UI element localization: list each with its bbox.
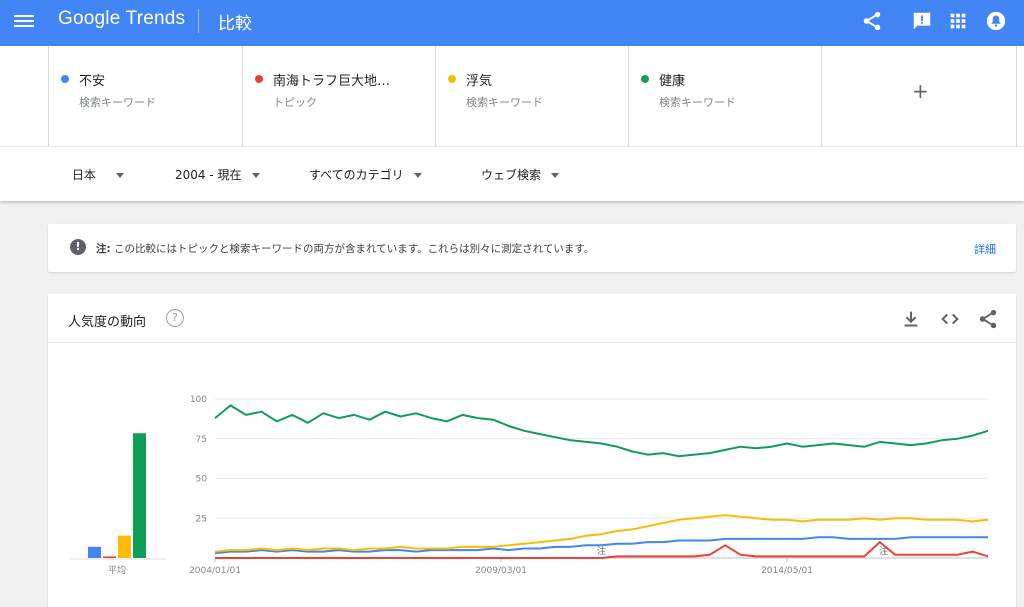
time-range-value: 2004 - 現在 <box>175 168 242 182</box>
search-type-dropdown[interactable]: ウェブ検索 <box>481 166 560 183</box>
x-tick-label: 2014/05/01 <box>761 566 813 576</box>
category-value: すべてのカテゴリ <box>309 168 404 182</box>
filter-bar: 日本 2004 - 現在 すべてのカテゴリ ウェブ検索 <box>0 146 1024 201</box>
share-icon[interactable] <box>861 10 883 32</box>
note-label: 注: <box>96 243 111 255</box>
x-tick-label: 2009/03/01 <box>475 566 527 576</box>
term-card-1[interactable]: 不安 検索キーワード <box>48 46 242 146</box>
term-type: 検索キーワード <box>79 96 156 109</box>
header-divider <box>198 9 199 33</box>
note-message: この比較にはトピックと検索キーワードの両方が含まれています。これらは別々に測定さ… <box>114 243 595 255</box>
term-name: 南海トラフ巨大地… <box>273 74 391 89</box>
term-name: 不安 <box>79 74 106 89</box>
region-value: 日本 <box>72 168 97 182</box>
average-bar <box>103 556 116 558</box>
term-name: 健康 <box>659 74 686 89</box>
app-bar: Google Trends 比較 <box>0 0 1024 46</box>
trend-chart[interactable]: 100 75 50 25 2004/01/01 2009/03/01 2014/05/01 平… <box>48 294 1016 607</box>
term-color-dot <box>448 75 456 83</box>
x-tick-label: 2004/01/01 <box>189 566 241 576</box>
term-type: トピック <box>273 96 317 109</box>
term-type: 検索キーワード <box>659 96 736 109</box>
y-tick-label: 50 <box>196 475 208 485</box>
average-bar <box>118 535 131 558</box>
region-dropdown[interactable]: 日本 <box>72 166 125 183</box>
chart-annotation: 注 <box>597 545 606 557</box>
y-tick-label: 25 <box>196 514 207 524</box>
term-color-dot <box>61 75 69 83</box>
chart-annotation: 注 <box>879 545 888 557</box>
feedback-icon[interactable] <box>911 10 933 32</box>
dropdown-arrow-icon <box>116 173 125 178</box>
plus-icon: + <box>912 79 929 103</box>
apps-icon[interactable] <box>947 10 969 32</box>
y-tick-label: 75 <box>196 435 207 445</box>
average-bar <box>133 433 146 558</box>
term-card-4[interactable]: 健康 検索キーワード <box>628 46 822 146</box>
add-comparison-button[interactable]: + <box>821 46 1017 146</box>
term-card-2[interactable]: 南海トラフ巨大地… トピック <box>242 46 436 146</box>
note-banner: ! 注: この比較にはトピックと検索キーワードの両方が含まれています。これらは別… <box>48 224 1016 272</box>
note-text: 注: この比較にはトピックと検索キーワードの両方が含まれています。これらは別々に… <box>96 241 594 256</box>
term-card-3[interactable]: 浮気 検索キーワード <box>435 46 629 146</box>
series-line <box>214 404 989 458</box>
dropdown-arrow-icon <box>413 173 422 178</box>
info-icon: ! <box>70 239 86 255</box>
comparison-terms-bar: 不安 検索キーワード 南海トラフ巨大地… トピック 浮気 検索キーワード 健康 … <box>0 46 1024 146</box>
term-type: 検索キーワード <box>466 96 543 109</box>
average-bar <box>88 546 101 558</box>
google-trends-logo[interactable]: Google Trends <box>58 8 185 30</box>
logo-trends-text: Trends <box>125 8 186 29</box>
notifications-icon[interactable] <box>985 10 1007 32</box>
category-dropdown[interactable]: すべてのカテゴリ <box>309 166 422 183</box>
term-color-dot <box>255 75 263 83</box>
logo-google-text: Google <box>58 8 121 29</box>
interest-over-time-card: 人気度の動向 ? 100 75 50 25 2004/01/01 2009/03/01 20… <box>48 294 1016 607</box>
menu-icon[interactable] <box>14 12 34 32</box>
time-range-dropdown[interactable]: 2004 - 現在 <box>175 166 260 183</box>
term-color-dot <box>641 75 649 83</box>
average-label: 平均 <box>108 564 126 576</box>
search-type-value: ウェブ検索 <box>481 168 542 182</box>
dropdown-arrow-icon <box>551 173 560 178</box>
details-link[interactable]: 詳細 <box>974 241 996 257</box>
term-name: 浮気 <box>466 74 493 89</box>
page-title: 比較 <box>218 14 252 34</box>
y-tick-label: 100 <box>190 395 207 405</box>
dropdown-arrow-icon <box>251 173 260 178</box>
